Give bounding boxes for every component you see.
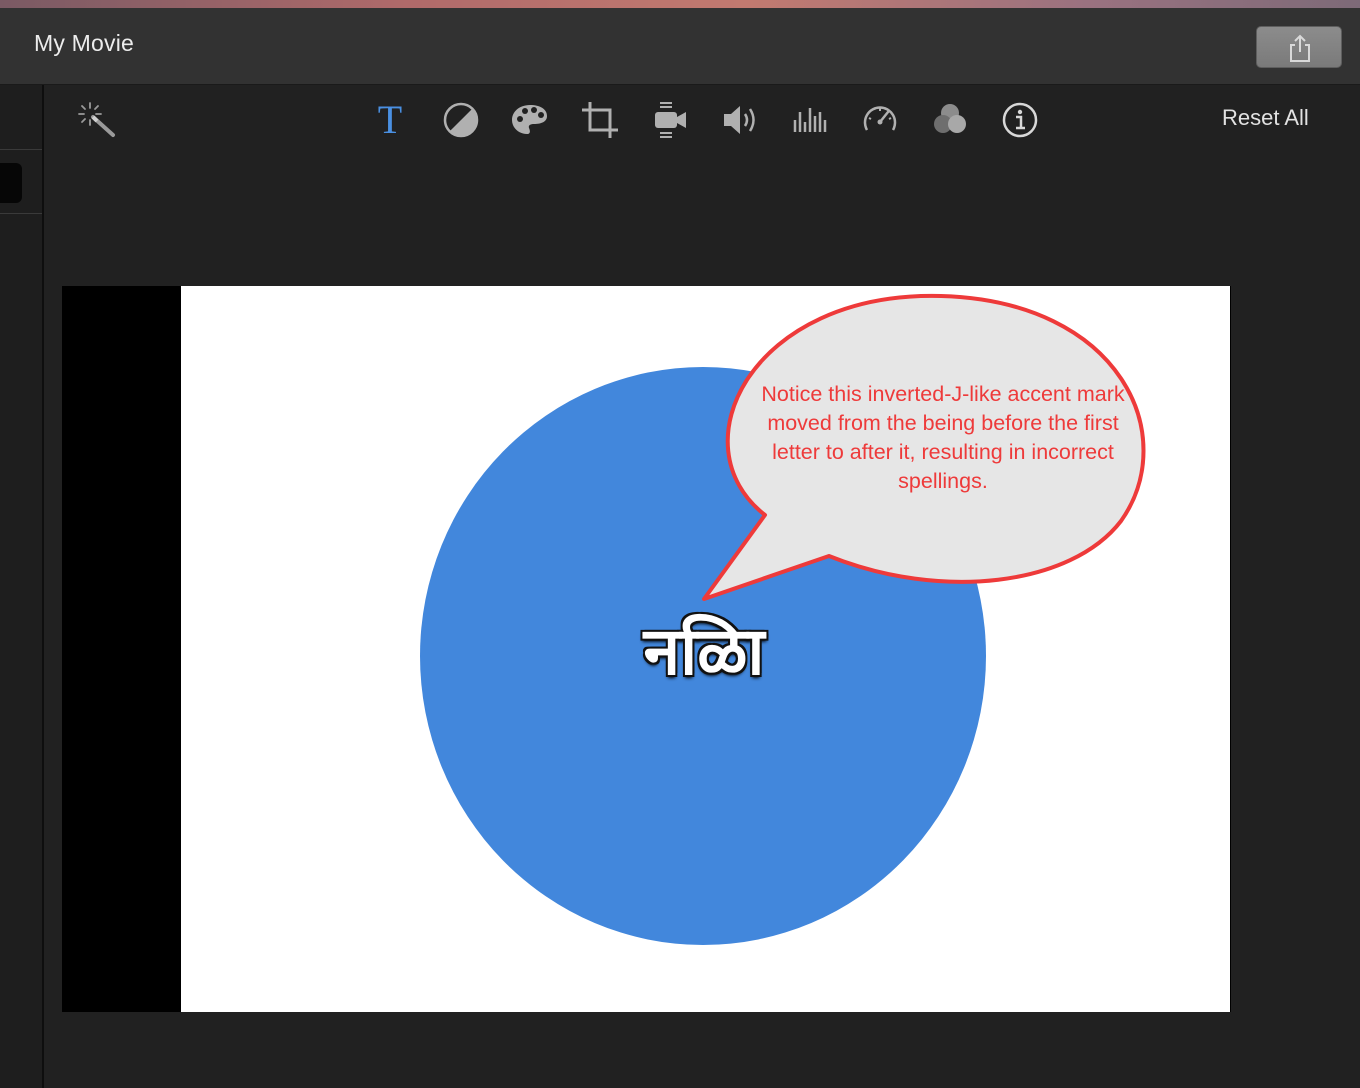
title-text-icon: T xyxy=(377,97,403,142)
video-filter-button[interactable] xyxy=(930,100,970,140)
video-frame[interactable]: नळिा Notice this inverted-J-like accent … xyxy=(181,286,1230,1012)
left-panel-divider xyxy=(0,213,42,214)
color-correction-button[interactable] xyxy=(510,100,550,140)
titles-tool-button[interactable]: T xyxy=(370,100,410,140)
volume-icon xyxy=(724,106,755,134)
clip-info-button[interactable] xyxy=(1000,100,1040,140)
left-panel xyxy=(0,85,44,1088)
filter-circles-icon xyxy=(934,104,966,133)
left-panel-divider xyxy=(0,149,42,150)
stabilization-button[interactable] xyxy=(650,100,690,140)
window-title: My Movie xyxy=(34,30,135,56)
share-icon xyxy=(1290,34,1310,62)
left-panel-item[interactable] xyxy=(0,163,22,203)
magic-wand-button[interactable] xyxy=(76,100,116,140)
color-palette-icon xyxy=(512,105,547,134)
equalizer-icon xyxy=(793,108,827,132)
color-balance-icon xyxy=(443,102,479,138)
speed-gauge-icon xyxy=(863,106,897,131)
crop-icon xyxy=(582,102,618,138)
share-button[interactable] xyxy=(1256,26,1342,68)
stabilization-camera-icon xyxy=(655,102,686,138)
callout-text: Notice this inverted-J-like accent mark … xyxy=(761,382,1125,493)
video-viewer: नळिा Notice this inverted-J-like accent … xyxy=(62,286,1231,1012)
title-bar: My Movie xyxy=(0,8,1360,85)
crop-button[interactable] xyxy=(580,100,620,140)
volume-button[interactable] xyxy=(720,100,760,140)
info-icon xyxy=(1002,102,1038,138)
magic-wand-icon xyxy=(78,102,115,137)
desktop-wallpaper-strip xyxy=(0,0,1360,8)
equalizer-button[interactable] xyxy=(790,100,830,140)
color-balance-button[interactable] xyxy=(441,100,481,140)
speed-button[interactable] xyxy=(860,100,900,140)
reset-all-button[interactable]: Reset All xyxy=(1222,105,1309,131)
